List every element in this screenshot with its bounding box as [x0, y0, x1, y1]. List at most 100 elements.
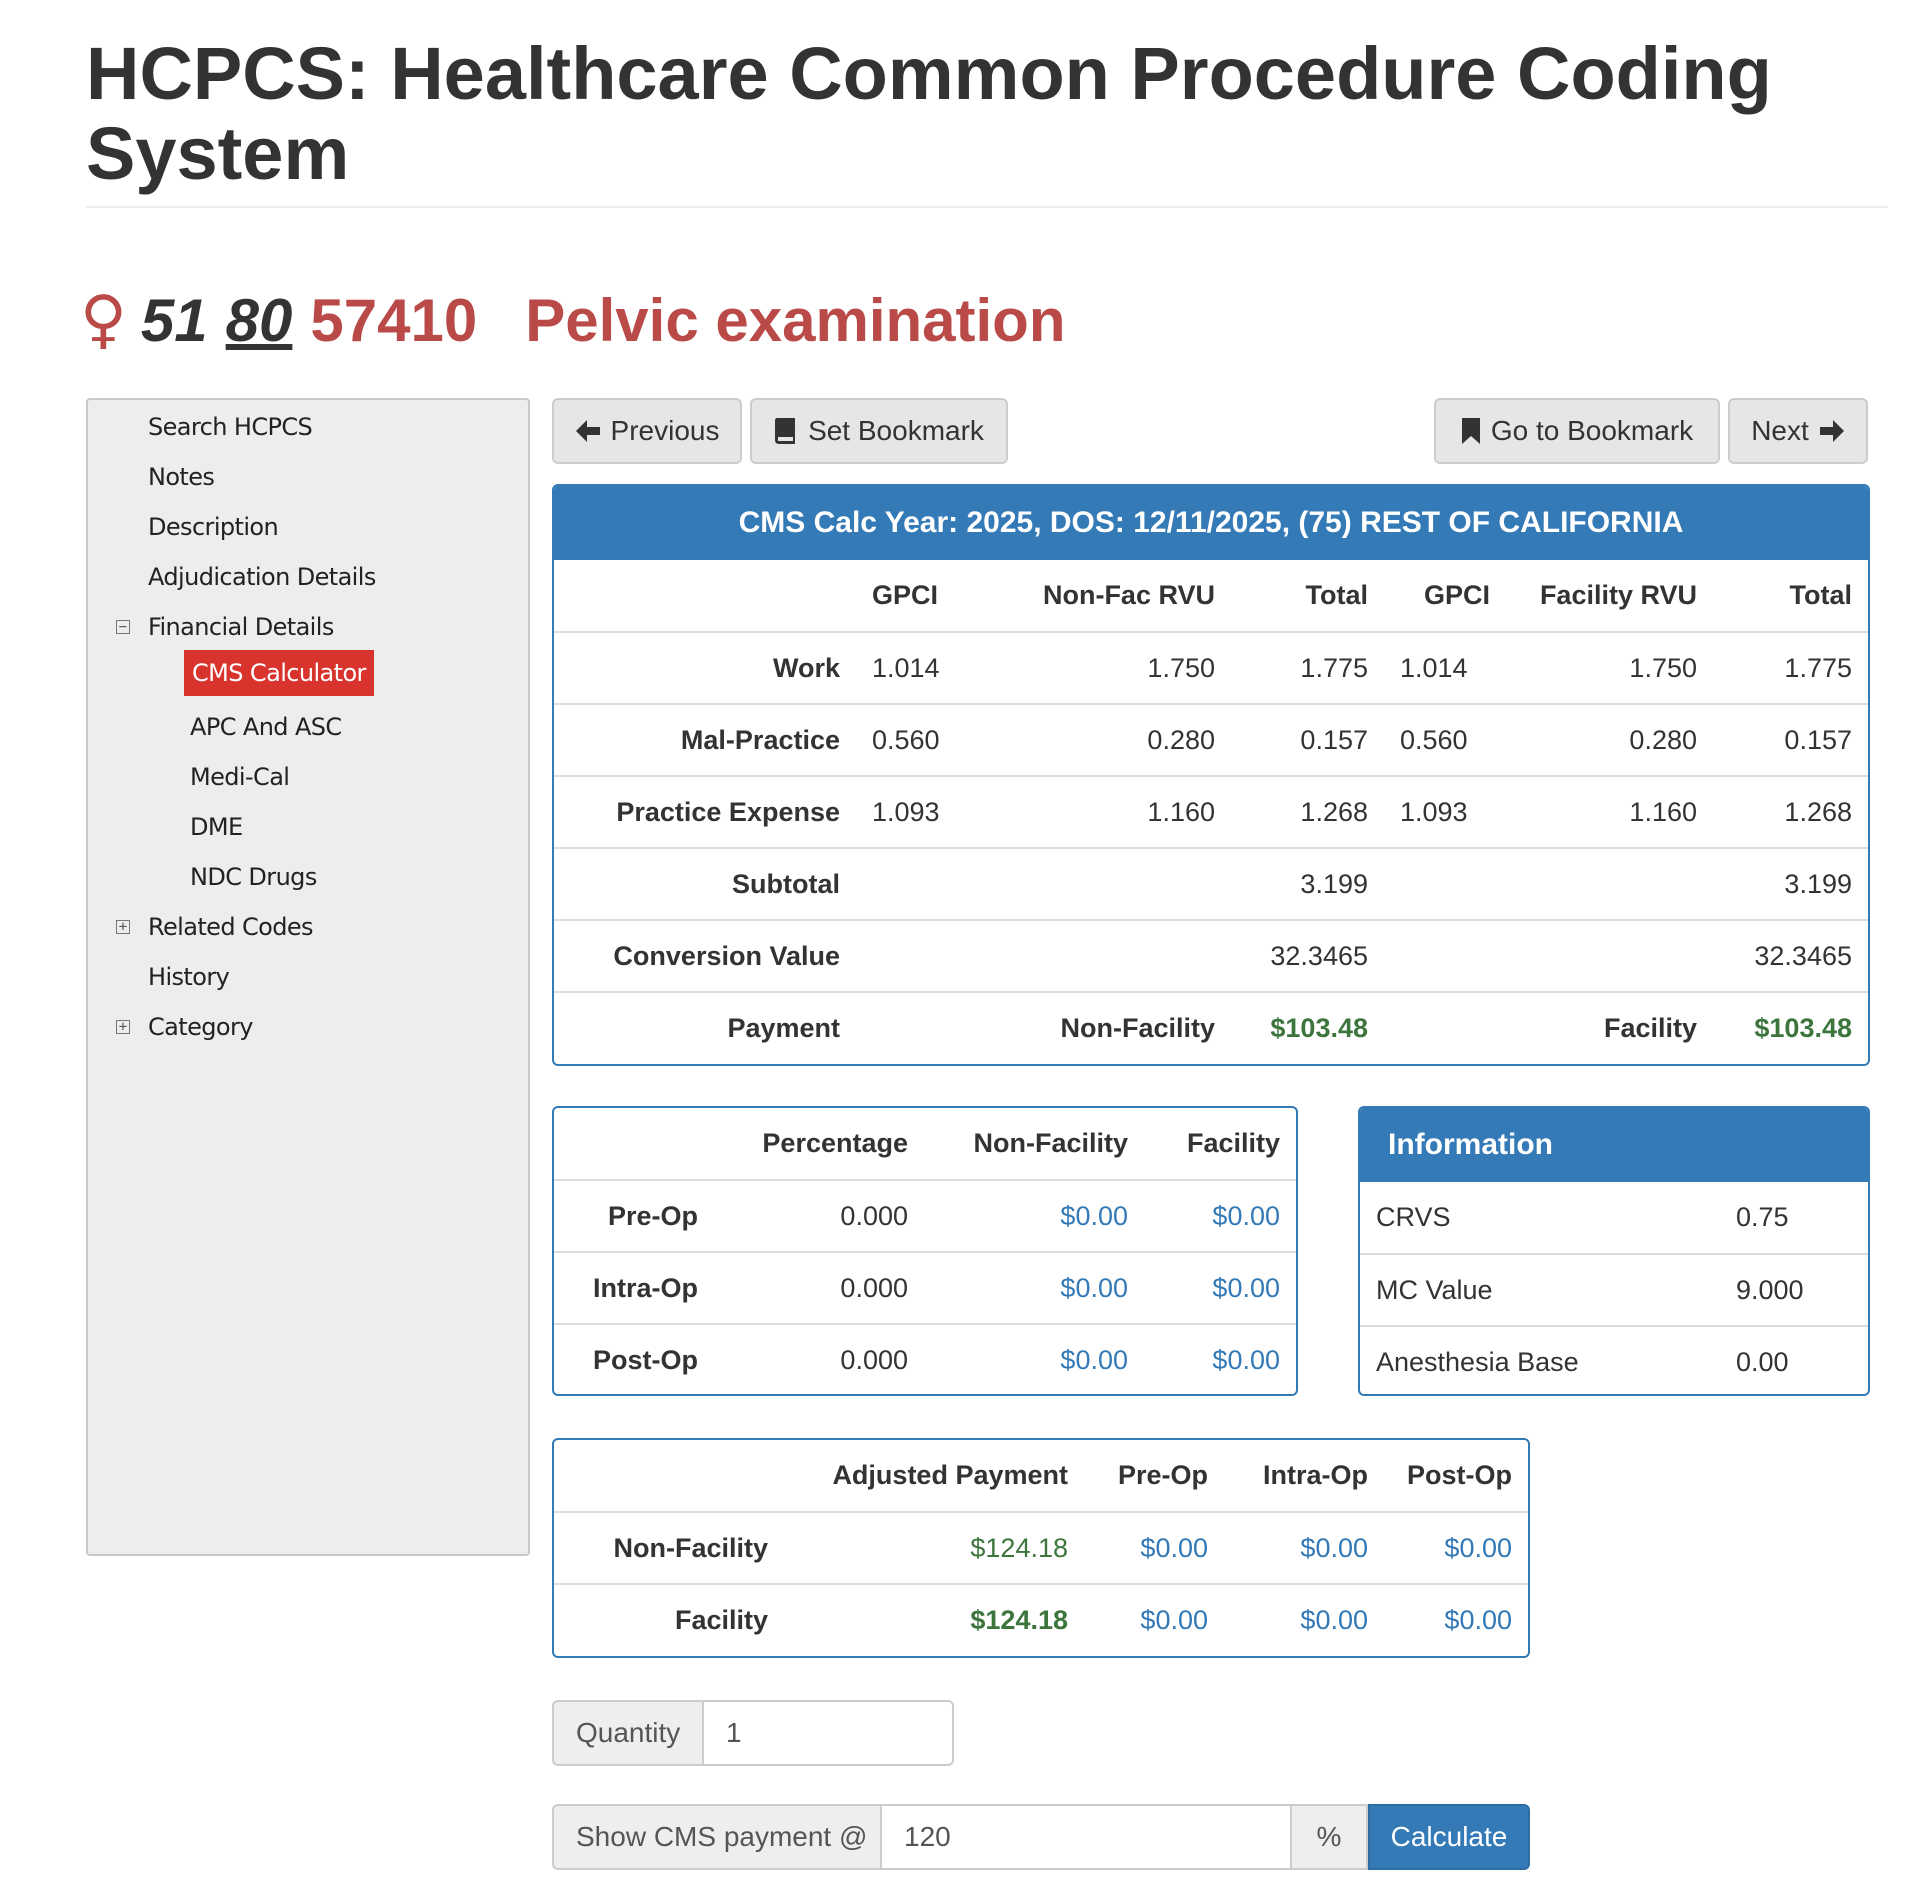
- information-table: CRVS 0.75 MC Value 9.000 Anesthesia Base…: [1360, 1182, 1868, 1394]
- col-header: GPCI: [872, 580, 939, 610]
- arrow-left-icon: [575, 419, 601, 443]
- table-cell: $0.00: [924, 1251, 1144, 1324]
- sidebar-item-financial-details[interactable]: Financial Details: [148, 612, 334, 642]
- table-cell: [1506, 847, 1713, 920]
- cms-payment-group: Show CMS payment @ % Calculate: [552, 1804, 1530, 1870]
- col-header: Adjusted Payment: [832, 1460, 1068, 1490]
- table-cell: 1.160: [986, 775, 1231, 848]
- col-header: Intra-Op: [1263, 1460, 1368, 1490]
- table-row: Non-Facility $124.18 $0.00 $0.00 $0.00: [554, 1511, 1528, 1584]
- table-cell: 1.014: [856, 631, 986, 704]
- table-cell: [856, 991, 986, 1064]
- row-label: Mal-Practice: [554, 703, 856, 776]
- table-row: Subtotal 3.199 3.199: [554, 847, 1868, 920]
- col-header: Non-Fac RVU: [1042, 580, 1215, 610]
- cms-calc-panel: CMS Calc Year: 2025, DOS: 12/11/2025, (7…: [552, 484, 1870, 1066]
- calculate-button[interactable]: Calculate: [1368, 1804, 1530, 1870]
- row-label: Work: [554, 631, 856, 704]
- row-label: Pre-Op: [554, 1179, 714, 1252]
- info-label: Anesthesia Base: [1360, 1325, 1720, 1394]
- sidebar-item-category[interactable]: Category: [148, 1012, 253, 1042]
- next-button[interactable]: Next: [1728, 398, 1868, 464]
- sidebar-item-notes[interactable]: Notes: [148, 462, 215, 492]
- previous-button[interactable]: Previous: [552, 398, 742, 464]
- table-row: Pre-Op 0.000 $0.00 $0.00: [554, 1179, 1296, 1252]
- previous-label: Previous: [610, 415, 720, 446]
- table-cell: 0.000: [714, 1251, 924, 1324]
- col-header: Total: [1789, 580, 1853, 610]
- row-label: Payment: [554, 991, 856, 1064]
- payment-row: Payment Non-Facility $103.48 Facility $1…: [554, 991, 1868, 1064]
- sidebar-item-history[interactable]: History: [148, 962, 230, 992]
- book-icon: [774, 417, 798, 445]
- information-panel: Information CRVS 0.75 MC Value 9.000 Ane…: [1358, 1106, 1870, 1396]
- row-label: Non-Facility: [554, 1511, 784, 1584]
- table-cell: 1.093: [1384, 775, 1506, 848]
- table-row: Post-Op 0.000 $0.00 $0.00: [554, 1323, 1296, 1394]
- table-cell: [1384, 847, 1506, 920]
- table-cell: [986, 919, 1231, 992]
- row-label: Subtotal: [554, 847, 856, 920]
- sidebar-item-description[interactable]: Description: [148, 512, 279, 542]
- table-cell: $0.00: [1144, 1179, 1296, 1252]
- set-bookmark-button[interactable]: Set Bookmark: [750, 398, 1008, 464]
- expand-icon[interactable]: +: [116, 1020, 130, 1034]
- sidebar-item-adjudication-details[interactable]: Adjudication Details: [148, 562, 376, 592]
- table-cell: [1384, 991, 1506, 1064]
- expand-icon[interactable]: +: [116, 920, 130, 934]
- procedure-description: Pelvic examination: [525, 286, 1066, 354]
- bookmark-icon: [1461, 417, 1481, 445]
- title-divider: [86, 206, 1888, 208]
- sidebar-item-apc-and-asc[interactable]: APC And ASC: [190, 712, 342, 742]
- info-label: MC Value: [1360, 1253, 1720, 1326]
- table-header-blank: [554, 1440, 784, 1512]
- table-cell: $0.00: [924, 1323, 1144, 1394]
- table-cell: $0.00: [1084, 1511, 1224, 1584]
- sidebar-item-dme[interactable]: DME: [190, 812, 243, 842]
- sidebar-item-ndc-drugs[interactable]: NDC Drugs: [190, 862, 317, 892]
- adjusted-payment-table: Adjusted Payment Pre-Op Intra-Op Post-Op…: [554, 1440, 1528, 1656]
- periop-table: Percentage Non-Facility Facility Pre-Op …: [554, 1108, 1296, 1394]
- cms-calc-heading: CMS Calc Year: 2025, DOS: 12/11/2025, (7…: [554, 486, 1868, 560]
- table-cell: [1506, 919, 1713, 992]
- table-row: Anesthesia Base 0.00: [1360, 1325, 1868, 1394]
- table-cell: 1.750: [986, 631, 1231, 704]
- table-row: Intra-Op 0.000 $0.00 $0.00: [554, 1251, 1296, 1324]
- table-cell: 0.157: [1713, 703, 1868, 776]
- nonfacility-label: Non-Facility: [986, 991, 1231, 1064]
- facility-payment: $103.48: [1713, 991, 1868, 1064]
- table-cell: 0.280: [986, 703, 1231, 776]
- table-cell: 0.000: [714, 1179, 924, 1252]
- table-cell: 1.093: [856, 775, 986, 848]
- sidebar-item-cms-calculator[interactable]: CMS Calculator: [184, 650, 374, 696]
- table-cell: $124.18: [784, 1511, 1084, 1584]
- female-icon: ♀: [80, 283, 127, 357]
- table-row: Facility $124.18 $0.00 $0.00 $0.00: [554, 1583, 1528, 1656]
- nonfacility-payment: $103.48: [1231, 991, 1384, 1064]
- quantity-group: Quantity: [552, 1700, 954, 1766]
- page-title: HCPCS: Healthcare Common Procedure Codin…: [86, 32, 1772, 195]
- procedure-code: 57410: [310, 286, 478, 354]
- table-header-blank: [554, 560, 856, 632]
- sidebar-item-medi-cal[interactable]: Medi-Cal: [190, 762, 290, 792]
- table-cell: $0.00: [1144, 1251, 1296, 1324]
- cms-percent-input[interactable]: [882, 1804, 1292, 1870]
- sidebar-item-related-codes[interactable]: Related Codes: [148, 912, 314, 942]
- quantity-input[interactable]: [704, 1700, 954, 1766]
- sidebar-item-search-hcpcs[interactable]: Search HCPCS: [148, 412, 313, 442]
- table-cell: [856, 847, 986, 920]
- percent-label: %: [1292, 1804, 1368, 1870]
- next-label: Next: [1751, 415, 1809, 446]
- table-cell: 1.268: [1231, 775, 1384, 848]
- sidebar-nav: Search HCPCS Notes Description Adjudicat…: [86, 398, 530, 1556]
- table-row: MC Value 9.000: [1360, 1253, 1868, 1326]
- quantity-label: Quantity: [552, 1700, 704, 1766]
- table-cell: $0.00: [1384, 1583, 1528, 1656]
- table-cell: 1.160: [1506, 775, 1713, 848]
- col-header: Pre-Op: [1117, 1460, 1208, 1490]
- collapse-icon[interactable]: −: [116, 620, 130, 634]
- table-row: Conversion Value 32.3465 32.3465: [554, 919, 1868, 992]
- go-to-bookmark-button[interactable]: Go to Bookmark: [1434, 398, 1720, 464]
- modifier-80-link[interactable]: 80: [226, 286, 293, 355]
- col-header: Post-Op: [1407, 1460, 1512, 1490]
